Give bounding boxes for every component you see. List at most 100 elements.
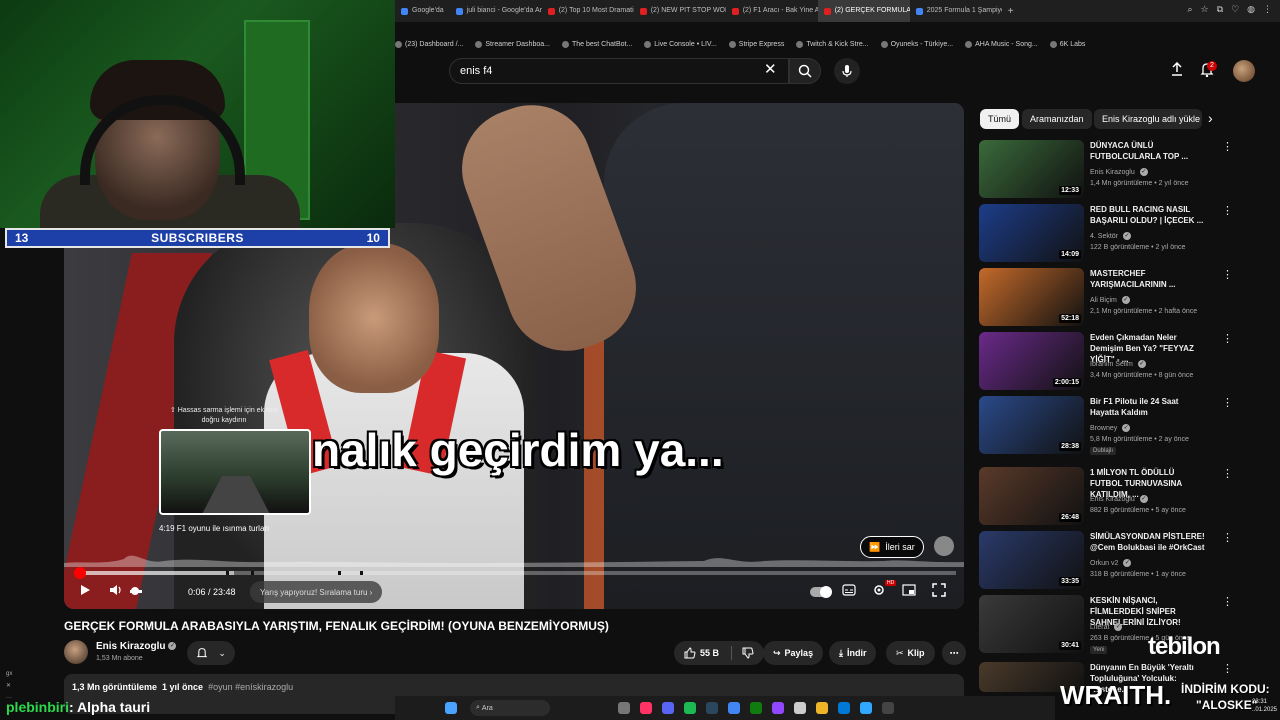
recommendation-channel[interactable]: Orkun v2 ✓ <box>1090 559 1132 567</box>
browser-tab[interactable]: 2025 Formula 1 Şampiyo <box>910 0 1002 22</box>
browser-tab[interactable]: (2) F1 Aracı - Bak Yine Ar <box>726 0 818 22</box>
recommendation-thumbnail[interactable]: 28:38 <box>979 396 1084 454</box>
recommendation-thumbnail[interactable]: 12:33 <box>979 140 1084 198</box>
taskbar-app-icon[interactable] <box>618 702 630 714</box>
more-options-icon[interactable]: ⋮ <box>1222 662 1233 675</box>
recommendation-thumbnail[interactable]: 2:00:15 <box>979 332 1084 390</box>
recommendation-thumbnail[interactable]: 26:48 <box>979 467 1084 525</box>
recommendation-channel[interactable]: Literat ✓ <box>1090 623 1123 631</box>
screenshot-icon[interactable]: ⌕ <box>1188 4 1193 15</box>
browser-tab[interactable]: (2) NEW PIT STOP WOR <box>634 0 726 22</box>
browser-tab[interactable]: Google'da <box>395 0 450 22</box>
recommendation-item[interactable]: 26:48 1 MİLYON TL ÖDÜLLÜ FUTBOL TURNUVASI… <box>979 467 1233 525</box>
taskbar-app-icon[interactable] <box>794 702 806 714</box>
bookmark-item[interactable]: AHA Music - Song... <box>965 40 1038 48</box>
bookmark-item[interactable]: Oyuneks - Türkiye... <box>880 40 953 48</box>
chapter-title-button[interactable]: Yarış yapıyoruz! Sıralama turu › <box>250 581 383 603</box>
photoshop-icon[interactable] <box>860 702 872 714</box>
chip-all[interactable]: Tümü <box>980 109 1020 129</box>
chrome-icon[interactable] <box>728 702 740 714</box>
more-options-icon[interactable]: ⋮ <box>1222 140 1233 153</box>
settings-button[interactable] <box>872 583 886 602</box>
channel-avatar[interactable] <box>64 640 88 664</box>
hashtags[interactable]: #oyun #enískirazoglu <box>208 682 293 692</box>
spotify-icon[interactable] <box>684 702 696 714</box>
channel-name[interactable]: Enis Kirazoglu ✓ <box>96 641 177 652</box>
play-button[interactable] <box>78 583 92 602</box>
bookmark-item[interactable]: Stripe Express <box>728 40 784 48</box>
new-tab-button[interactable]: + <box>1002 6 1020 17</box>
voice-search-button[interactable] <box>834 58 860 84</box>
clear-search-icon[interactable]: ✕ <box>764 60 777 78</box>
menu-dots-icon[interactable]: ⋮ <box>1263 4 1272 15</box>
create-upload-icon[interactable] <box>1170 61 1184 81</box>
like-button[interactable]: 55 B <box>674 641 764 665</box>
more-options-icon[interactable]: ⋮ <box>1222 268 1233 281</box>
bookmark-star-icon[interactable]: ☆ <box>1201 4 1209 15</box>
recommendation-channel[interactable]: Browney ✓ <box>1090 424 1131 432</box>
browser-tab[interactable]: (2) GERÇEK FORMULA A <box>817 0 910 22</box>
search-button[interactable] <box>789 58 821 84</box>
folder-icon[interactable] <box>816 702 828 714</box>
bookmark-item[interactable]: 6K Labs <box>1049 40 1085 48</box>
mute-button[interactable] <box>108 583 122 602</box>
more-options-icon[interactable]: ⋮ <box>1222 531 1233 544</box>
discord-icon[interactable] <box>662 702 674 714</box>
progress-bar[interactable] <box>73 567 956 579</box>
recommendation-item[interactable]: 2:00:15 Evden Çıkmadan Neler Demişim Ben … <box>979 332 1233 390</box>
recommendation-channel[interactable]: İbrahim Selim ✓ <box>1090 360 1146 368</box>
recommendation-item[interactable]: 28:38 Bir F1 Pilotu ile 24 Saat Hayatta K… <box>979 396 1233 455</box>
subtitles-button[interactable] <box>842 583 856 601</box>
taskbar-app-icon[interactable] <box>838 702 850 714</box>
more-options-icon[interactable]: ⋮ <box>1222 396 1233 409</box>
recommendation-title[interactable]: DÜNYACA ÜNLÜ FUTBOLCULARLA TOP ... <box>1090 140 1206 162</box>
share-button[interactable]: ↪ Paylaş <box>763 641 824 665</box>
recommendation-channel[interactable]: Enis Kirazoglu ✓ <box>1090 168 1148 176</box>
recommendation-item[interactable]: 33:35 SİMÜLASYONDAN PİSTLERE! @Cem Bolukb… <box>979 531 1233 589</box>
thumbs-down-icon[interactable] <box>742 647 754 659</box>
account-avatar[interactable] <box>1233 60 1255 82</box>
fullscreen-button[interactable] <box>932 583 946 602</box>
more-actions-button[interactable]: ⋯ <box>942 641 966 665</box>
progress-scrubber[interactable] <box>73 567 86 579</box>
taskbar-app-icon[interactable] <box>640 702 652 714</box>
autoplay-toggle[interactable] <box>810 586 832 598</box>
bookmark-item[interactable]: The best ChatBot... <box>561 40 632 48</box>
chevron-right-icon[interactable]: › <box>1208 110 1213 126</box>
chip-from-search[interactable]: Aramanızdan <box>1022 109 1092 129</box>
profile-icon[interactable]: ◍ <box>1247 4 1255 15</box>
browser-tab[interactable]: (2) Top 10 Most Dramatic <box>542 0 634 22</box>
recommendation-title[interactable]: MASTERCHEF YARIŞMACILARININ ... <box>1090 268 1206 290</box>
recommendation-item[interactable]: 12:33 DÜNYACA ÜNLÜ FUTBOLCULARLA TOP ... E… <box>979 140 1233 198</box>
recommendation-item[interactable]: 14:09 RED BULL RACING NASIL BAŞARILI OLDU… <box>979 204 1233 262</box>
xbox-icon[interactable] <box>750 702 762 714</box>
recommendation-thumbnail[interactable]: 14:09 <box>979 204 1084 262</box>
recommendation-thumbnail[interactable]: 52:18 <box>979 268 1084 326</box>
bookmark-item[interactable]: Live Console • LIV... <box>644 40 717 48</box>
taskbar-app-icon[interactable] <box>772 702 784 714</box>
recommendation-title[interactable]: RED BULL RACING NASIL BAŞARILI OLDU? | İ… <box>1090 204 1206 226</box>
search-input[interactable]: enis f4 <box>449 58 789 84</box>
bookmark-item[interactable]: Twitch & Kick Stre... <box>796 40 869 48</box>
bookmark-item[interactable]: Streamer Dashboa... <box>475 40 550 48</box>
browser-tab[interactable]: juli bianci - Google'da Ara <box>450 0 542 22</box>
recommendation-item[interactable]: 52:18 MASTERCHEF YARIŞMACILARININ ... Ali … <box>979 268 1233 326</box>
subscription-bell-button[interactable]: ⌄ <box>187 641 235 665</box>
recommendation-thumbnail[interactable]: 33:35 <box>979 531 1084 589</box>
clip-button[interactable]: ✂ Klip <box>886 641 935 665</box>
recommendation-title[interactable]: Bir F1 Pilotu ile 24 Saat Hayatta Kaldım <box>1090 396 1206 418</box>
windows-start-icon[interactable] <box>445 702 457 714</box>
more-options-icon[interactable]: ⋮ <box>1222 467 1233 480</box>
miniplayer-button[interactable] <box>902 583 916 601</box>
recommendation-channel[interactable]: Enis Kirazoglu ✓ <box>1090 495 1148 503</box>
more-options-icon[interactable]: ⋮ <box>1222 204 1233 217</box>
extensions-icon[interactable]: ⧉ <box>1217 4 1223 15</box>
steam-icon[interactable] <box>706 702 718 714</box>
heart-icon[interactable]: ♡ <box>1231 4 1239 15</box>
download-button[interactable]: ⤓ İndir <box>829 641 877 665</box>
more-options-icon[interactable]: ⋮ <box>1222 332 1233 345</box>
more-options-icon[interactable]: ⋮ <box>1222 595 1233 608</box>
recommendation-channel[interactable]: 4. Sektör ✓ <box>1090 232 1131 240</box>
recommendation-channel[interactable]: Ali Biçim ✓ <box>1090 296 1130 304</box>
bookmark-item[interactable]: (23) Dashboard /... <box>395 40 463 48</box>
